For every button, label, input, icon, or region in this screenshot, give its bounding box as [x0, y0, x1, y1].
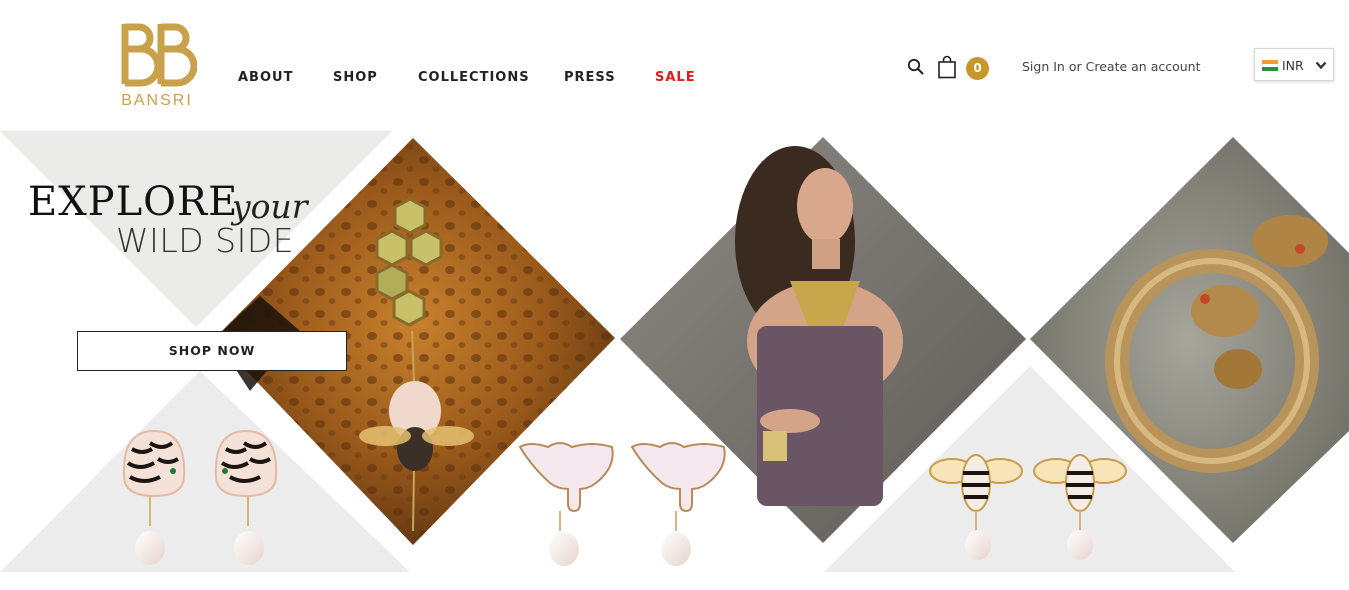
currency-selector[interactable]: INR [1254, 48, 1334, 81]
brand-name: BANSRI [121, 92, 193, 109]
brand-logo[interactable]: BANSRI [113, 20, 203, 112]
nav-item-shop[interactable]: SHOP [333, 70, 378, 85]
chevron-down-icon [1315, 61, 1327, 70]
elephant-pearl-earrings [518, 442, 726, 566]
currency-value: INR [1282, 58, 1304, 73]
page-bottom-strip [0, 572, 1349, 590]
nav-item-sale[interactable]: SALE [655, 70, 696, 85]
bansri-logo-mark-icon [121, 23, 197, 87]
headline-explore: EXPLORE [28, 179, 239, 225]
nav-item-press[interactable]: PRESS [564, 70, 616, 85]
create-account-link[interactable]: Create an account [1086, 59, 1201, 74]
india-flag-icon [1262, 60, 1278, 71]
headline-wild-side: WILD SIDE [116, 221, 295, 260]
sign-in-link[interactable]: Sign In [1022, 59, 1065, 74]
shopping-bag-icon[interactable] [937, 55, 957, 79]
or-text: or [1068, 59, 1082, 74]
site-header: BANSRI ABOUT SHOP COLLECTIONS PRESS SALE… [0, 0, 1349, 131]
hero-banner: EXPLORE your WILD SIDE SHOP NOW [0, 131, 1349, 572]
account-links: Sign In or Create an account [1022, 59, 1201, 74]
nav-item-about[interactable]: ABOUT [238, 70, 293, 85]
nav-item-collections[interactable]: COLLECTIONS [418, 70, 530, 85]
search-icon[interactable] [907, 58, 924, 75]
shop-now-button[interactable]: SHOP NOW [77, 331, 347, 371]
cart-count-badge[interactable]: 0 [966, 57, 989, 80]
